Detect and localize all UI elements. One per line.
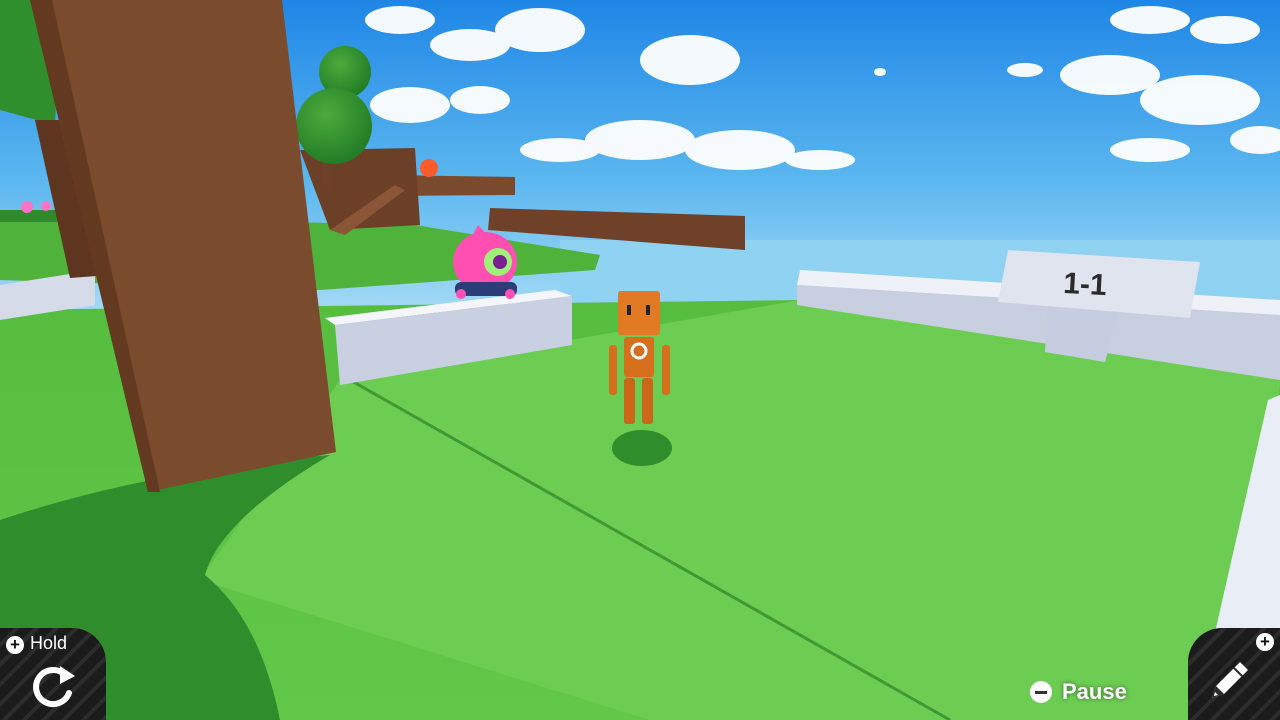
- minus-button-icon: [1030, 681, 1052, 703]
- game-scene: 1-1: [0, 0, 1280, 720]
- rotate-icon: [33, 666, 75, 708]
- pause-label: Pause: [1062, 679, 1127, 704]
- far-enemy-2: [41, 201, 51, 211]
- far-enemy-1: [21, 201, 33, 213]
- small-tree-leaves: [296, 88, 372, 164]
- apple-pickup: [420, 159, 438, 177]
- plus-button-icon: +: [1256, 633, 1274, 651]
- hold-label: Hold: [30, 633, 68, 653]
- pause-button[interactable]: Pause: [1030, 677, 1127, 707]
- level-sign-text: 1-1: [1063, 267, 1108, 302]
- plus-button-icon: +: [6, 636, 24, 654]
- edit-panel[interactable]: +: [1188, 628, 1280, 720]
- pencil-icon: [1212, 662, 1248, 698]
- hold-panel[interactable]: + Hold: [0, 628, 106, 720]
